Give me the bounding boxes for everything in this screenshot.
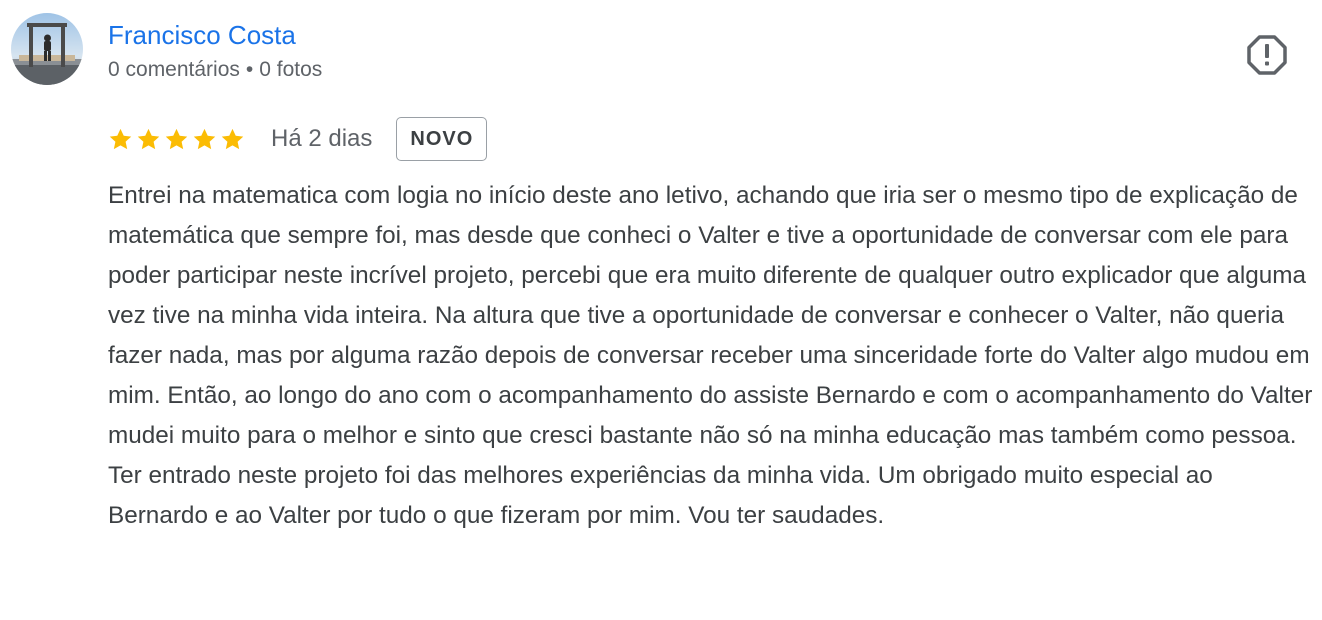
author-stats: 0 comentários • 0 fotos	[108, 57, 322, 83]
rating-row: Há 2 dias NOVO	[108, 116, 488, 162]
star-icon	[165, 128, 188, 149]
star-icon	[137, 128, 160, 149]
review-text: Entrei na matematica com logia no início…	[108, 182, 1313, 529]
photos-count: 0 fotos	[259, 58, 323, 81]
star-icon	[221, 128, 244, 149]
star-rating	[108, 127, 245, 152]
star-icon	[109, 128, 132, 149]
review-time: Há 2 dias	[271, 125, 373, 152]
star-icon	[193, 128, 216, 149]
avatar[interactable]	[11, 13, 83, 85]
report-button[interactable]	[1246, 34, 1288, 76]
avatar-photo	[11, 13, 83, 85]
meta-separator: •	[245, 58, 254, 81]
comments-count: 0 comentários	[108, 58, 240, 81]
review-card: Francisco Costa 0 comentários • 0 fotos Há…	[0, 0, 1322, 620]
new-badge: NOVO	[396, 117, 488, 161]
report-flag-icon	[1247, 35, 1287, 75]
author-name-link[interactable]: Francisco Costa	[108, 19, 296, 51]
